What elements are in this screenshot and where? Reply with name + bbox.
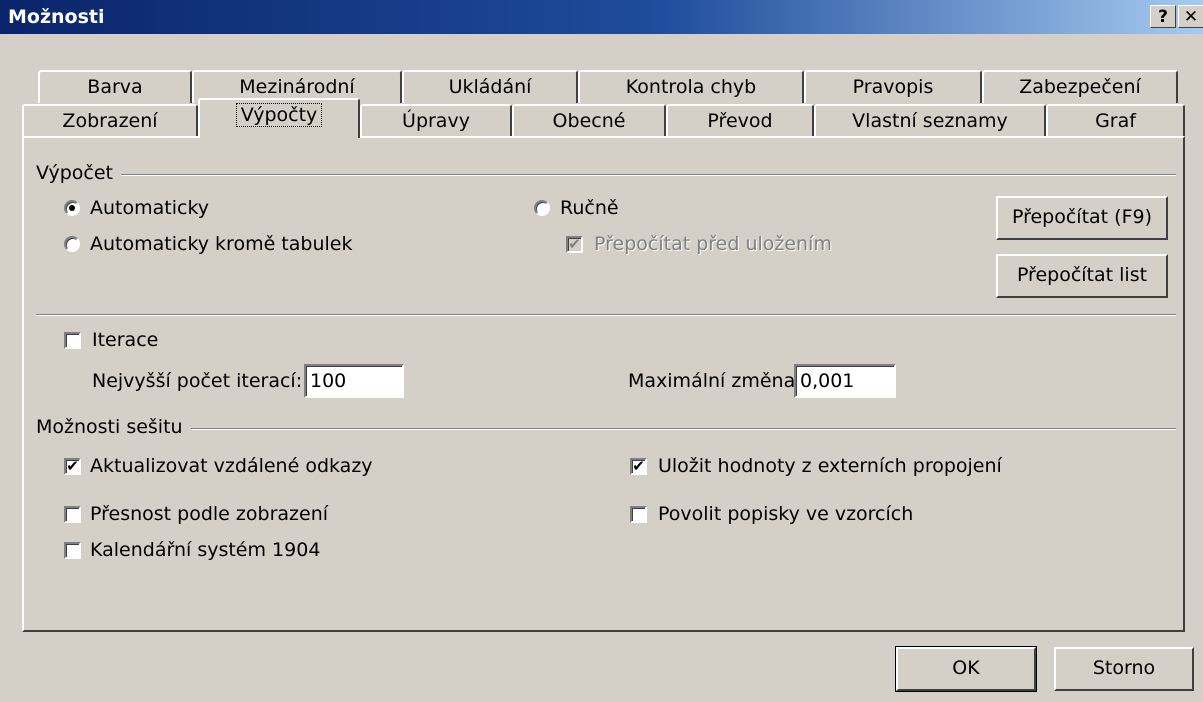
radio-automatic[interactable] bbox=[64, 200, 80, 216]
iteration-checkbox[interactable] bbox=[64, 332, 81, 349]
tab-label: Vlastní seznamy bbox=[852, 110, 1008, 132]
tab-graf[interactable]: Graf bbox=[1046, 104, 1185, 137]
window-title: Možnosti bbox=[8, 6, 105, 28]
button-label: Přepočítat list bbox=[1016, 264, 1148, 286]
calculation-group-label: Výpočet bbox=[36, 162, 122, 184]
radio-automatic-except-tables-label[interactable]: Automaticky kromě tabulek bbox=[90, 233, 352, 255]
tab-label: Výpočty bbox=[235, 103, 323, 127]
help-button[interactable]: ? bbox=[1150, 5, 1176, 28]
tab-kontrola-chyb[interactable]: Kontrola chyb bbox=[578, 70, 804, 103]
save-external-values-checkbox[interactable]: ✔ bbox=[630, 458, 647, 475]
title-bar[interactable]: Možnosti ? ✕ bbox=[0, 0, 1203, 34]
radio-automatic-label[interactable]: Automaticky bbox=[90, 197, 209, 219]
max-iterations-label: Nejvyšší počet iterací: bbox=[92, 370, 303, 392]
radio-manual[interactable] bbox=[534, 200, 550, 216]
radio-manual-label[interactable]: Ručně bbox=[560, 197, 619, 219]
check-icon: ✔ bbox=[66, 457, 79, 475]
tab-ukladani[interactable]: Ukládání bbox=[402, 70, 578, 103]
tab-zabezpeceni[interactable]: Zabezpečení bbox=[982, 70, 1178, 103]
button-label: OK bbox=[952, 657, 980, 679]
tab-label: Pravopis bbox=[852, 76, 934, 98]
tab-label: Úpravy bbox=[402, 110, 470, 132]
button-label: Přepočítat (F9) bbox=[1011, 206, 1153, 228]
tab-label: Zobrazení bbox=[62, 110, 158, 132]
accept-labels-checkbox[interactable] bbox=[630, 506, 647, 523]
check-icon: ✔ bbox=[632, 457, 645, 475]
recalc-before-save-checkbox[interactable]: ✔ bbox=[566, 236, 583, 253]
close-button[interactable]: ✕ bbox=[1178, 5, 1203, 28]
tab-vypocty[interactable]: Výpočty bbox=[198, 98, 360, 138]
save-external-values-label[interactable]: Uložit hodnoty z externích propojení bbox=[658, 455, 1002, 477]
precision-as-displayed-label[interactable]: Přesnost podle zobrazení bbox=[90, 503, 328, 525]
close-icon: ✕ bbox=[1183, 7, 1199, 27]
tab-vlastni-seznamy[interactable]: Vlastní seznamy bbox=[814, 104, 1046, 137]
update-remote-refs-checkbox[interactable]: ✔ bbox=[64, 458, 81, 475]
date-1904-checkbox[interactable] bbox=[64, 542, 81, 559]
tab-label: Převod bbox=[707, 110, 773, 132]
tab-label: Kontrola chyb bbox=[625, 76, 757, 98]
date-1904-label[interactable]: Kalendářní systém 1904 bbox=[90, 539, 320, 561]
iteration-label[interactable]: Iterace bbox=[92, 329, 158, 351]
recalc-before-save-label[interactable]: Přepočítat před uložením bbox=[594, 233, 832, 255]
check-icon: ✔ bbox=[568, 235, 581, 253]
update-remote-refs-label[interactable]: Aktualizovat vzdálené odkazy bbox=[90, 455, 373, 477]
tab-label: Zabezpečení bbox=[1019, 76, 1141, 98]
tab-label: Graf bbox=[1095, 110, 1136, 132]
tab-label: Mezinárodní bbox=[239, 76, 355, 98]
group-divider bbox=[36, 174, 1176, 176]
tab-barva[interactable]: Barva bbox=[38, 70, 192, 103]
tab-label: Barva bbox=[87, 76, 143, 98]
tab-panel-vypocty: Výpočet Automaticky Automaticky kromě ta… bbox=[22, 136, 1185, 632]
max-iterations-input[interactable] bbox=[304, 364, 404, 398]
recalc-now-button[interactable]: Přepočítat (F9) bbox=[996, 196, 1168, 240]
recalc-sheet-button[interactable]: Přepočítat list bbox=[996, 254, 1168, 298]
tab-pravopis[interactable]: Pravopis bbox=[804, 70, 982, 103]
tab-label: Ukládání bbox=[448, 76, 532, 98]
ok-button[interactable]: OK bbox=[895, 646, 1037, 692]
tab-upravy[interactable]: Úpravy bbox=[360, 104, 512, 137]
button-label: Storno bbox=[1092, 657, 1156, 679]
workbook-group-label: Možnosti sešitu bbox=[36, 416, 191, 438]
precision-as-displayed-checkbox[interactable] bbox=[64, 506, 81, 523]
group-divider bbox=[36, 428, 1176, 430]
accept-labels-label[interactable]: Povolit popisky ve vzorcích bbox=[658, 503, 913, 525]
separator bbox=[36, 314, 1176, 316]
help-icon: ? bbox=[1158, 7, 1168, 27]
radio-automatic-except-tables[interactable] bbox=[64, 236, 80, 252]
cancel-button[interactable]: Storno bbox=[1054, 647, 1194, 691]
max-change-label: Maximální změna: bbox=[628, 370, 802, 392]
tab-label: Obecné bbox=[552, 110, 626, 132]
tab-zobrazeni[interactable]: Zobrazení bbox=[22, 104, 198, 137]
max-change-input[interactable] bbox=[794, 364, 896, 398]
tab-prevod[interactable]: Převod bbox=[666, 104, 814, 137]
tab-obecne[interactable]: Obecné bbox=[512, 104, 666, 137]
